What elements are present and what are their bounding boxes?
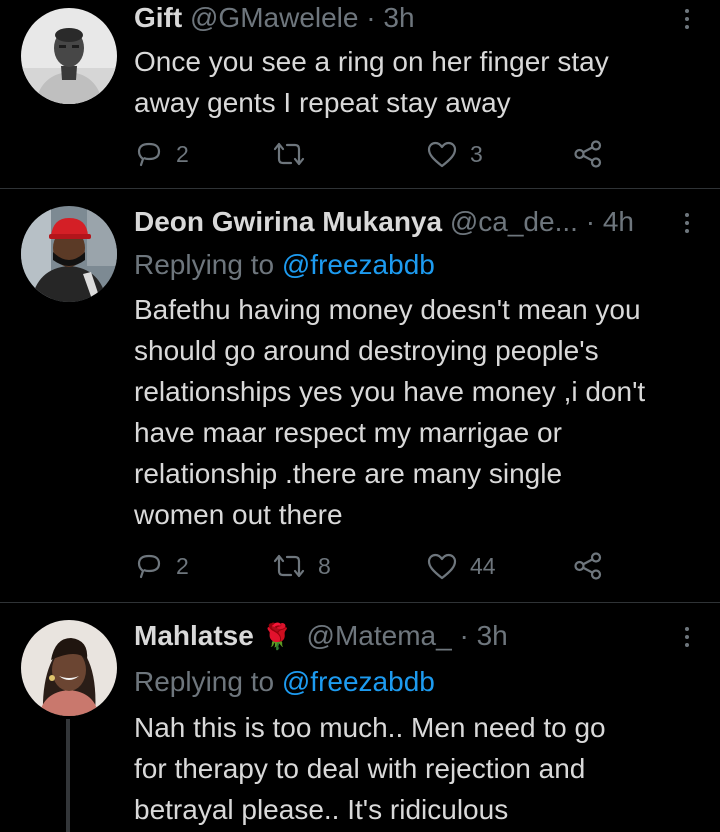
like-icon — [427, 553, 457, 580]
user-handle[interactable]: @GMawelele — [190, 2, 358, 33]
tweet-text-line: Nah this is too much.. Men need to go — [134, 712, 606, 743]
avatar-mahlatse[interactable] — [21, 620, 117, 716]
tweet-mahlatse[interactable]: Mahlatse 🌹 @Matema_ · 3h Replying to @fr… — [0, 603, 720, 832]
tweet-text: Nah this is too much.. Men need to go fo… — [134, 707, 690, 830]
rose-emoji: 🌹 — [261, 623, 293, 651]
tweet-gift[interactable]: Gift @GMawelele · 3h Once you see a ring… — [0, 0, 720, 188]
like-count: 3 — [470, 140, 483, 167]
retweet-icon — [273, 142, 305, 166]
tweet-actions: 2 8 44 — [134, 550, 614, 582]
timestamp[interactable]: 3h — [477, 620, 508, 651]
tweet-text-line: should go around destroying people's — [134, 335, 599, 366]
tweet-header: Mahlatse 🌹 @Matema_ · 3h — [134, 619, 670, 654]
like-button[interactable]: 44 — [426, 550, 496, 582]
like-button[interactable]: 3 — [426, 138, 483, 170]
more-icon[interactable] — [678, 627, 696, 651]
reply-count: 2 — [176, 552, 189, 579]
separator-dot: · — [366, 2, 376, 33]
more-icon[interactable] — [678, 9, 696, 33]
reply-count: 2 — [176, 140, 189, 167]
replying-to-label: Replying to — [134, 666, 275, 697]
reply-icon — [137, 142, 161, 167]
retweet-button[interactable] — [272, 138, 318, 170]
reply-button[interactable]: 2 — [134, 550, 189, 582]
tweet-text: Bafethu having money doesn't mean you sh… — [134, 289, 690, 535]
timestamp[interactable]: 4h — [603, 206, 634, 237]
share-icon — [574, 552, 602, 580]
retweet-button[interactable]: 8 — [272, 550, 331, 582]
like-count: 44 — [470, 552, 496, 579]
mention-link[interactable]: @freezabdb — [282, 249, 435, 280]
display-name[interactable]: Gift — [134, 2, 182, 33]
tweet-text-line: Bafethu having money doesn't mean you — [134, 294, 641, 325]
tweet-deon[interactable]: Deon Gwirina Mukanya @ca_de... · 4h Repl… — [0, 189, 720, 601]
mention-link[interactable]: @freezabdb — [282, 666, 435, 697]
retweet-icon — [273, 554, 305, 578]
replying-to-label: Replying to — [134, 249, 275, 280]
tweet-header: Gift @GMawelele · 3h — [134, 1, 670, 35]
tweet-text-line: relationship .there are many single — [134, 458, 563, 489]
tweet-text-line: betrayal please.. It's ridiculous — [134, 794, 509, 825]
tweet-text-line: Once you see a ring on her finger stay — [134, 46, 609, 77]
separator-dot: · — [585, 206, 596, 237]
user-handle[interactable]: @Matema_ — [307, 620, 452, 651]
replying-to: Replying to @freezabdb — [134, 665, 435, 699]
tweet-actions: 2 3 — [134, 138, 614, 170]
more-icon[interactable] — [678, 213, 696, 237]
thread-line — [66, 719, 70, 832]
tweet-text-line: for therapy to deal with rejection and — [134, 753, 586, 784]
tweet-text-line: relationships yes you have money ,i don'… — [134, 376, 646, 407]
share-button[interactable] — [572, 550, 604, 582]
display-name[interactable]: Mahlatse — [134, 620, 254, 651]
tweet-text: Once you see a ring on her finger stay a… — [134, 41, 690, 123]
user-handle[interactable]: @ca_de... — [450, 206, 578, 237]
timestamp[interactable]: 3h — [383, 2, 414, 33]
share-icon — [574, 140, 602, 168]
tweet-text-line: women out there — [134, 499, 343, 530]
like-icon — [427, 141, 457, 168]
tweet-text-line: have maar respect my marrigae or — [134, 417, 562, 448]
separator-dot: · — [459, 620, 469, 651]
retweet-count: 8 — [318, 552, 331, 579]
share-button[interactable] — [572, 138, 604, 170]
avatar-deon[interactable] — [21, 206, 117, 302]
avatar-gift[interactable] — [21, 8, 117, 104]
reply-icon — [137, 554, 161, 579]
display-name[interactable]: Deon Gwirina Mukanya — [134, 206, 442, 237]
tweet-text-line: away gents I repeat stay away — [134, 87, 511, 118]
tweet-header: Deon Gwirina Mukanya @ca_de... · 4h — [134, 205, 670, 239]
reply-button[interactable]: 2 — [134, 138, 189, 170]
replying-to: Replying to @freezabdb — [134, 248, 435, 282]
